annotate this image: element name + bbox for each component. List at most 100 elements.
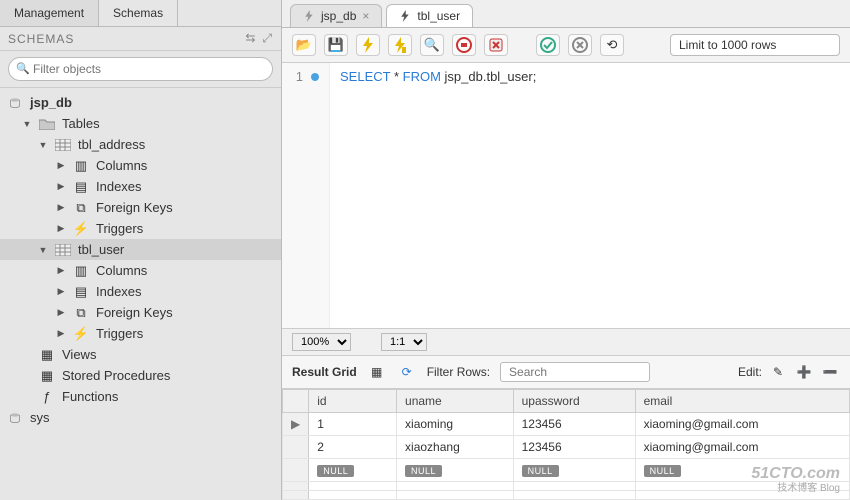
breakpoint-dot-icon[interactable] [311, 73, 319, 81]
tree-label: Indexes [96, 284, 142, 299]
cell-null[interactable]: NULL [309, 459, 397, 482]
editor-tabs: jsp_db × tbl_user [282, 0, 850, 28]
tree-db-sys[interactable]: sys [0, 407, 281, 428]
filter-objects-input[interactable] [8, 57, 273, 81]
open-file-button[interactable]: 📂 [292, 34, 316, 56]
stop-button[interactable] [452, 34, 476, 56]
col-email[interactable]: email [635, 390, 849, 413]
tree-label: Columns [96, 263, 147, 278]
add-row-icon[interactable]: ➕ [794, 363, 814, 381]
cell-upassword[interactable]: 123456 [513, 413, 635, 436]
tree-label: Functions [62, 389, 118, 404]
null-badge: NULL [644, 465, 681, 477]
table-row[interactable]: 2 xiaozhang 123456 xiaoming@gmail.com [283, 436, 850, 459]
tree-indexes[interactable]: ▶▤Indexes [0, 176, 281, 197]
col-id[interactable]: id [309, 390, 397, 413]
row-header-blank [283, 390, 309, 413]
tree-functions[interactable]: ƒ Functions [0, 386, 281, 407]
limit-label: Limit to 1000 rows [679, 38, 776, 52]
edit-row-icon[interactable]: ✎ [768, 363, 788, 381]
grid-view-icon[interactable]: ▦ [367, 363, 387, 381]
tree-label: Columns [96, 158, 147, 173]
tree-triggers[interactable]: ▶⚡Triggers [0, 218, 281, 239]
save-button[interactable]: 💾 [324, 34, 348, 56]
code-line[interactable]: SELECT * FROM jsp_db.tbl_user; [330, 63, 546, 328]
row-marker[interactable] [283, 459, 309, 482]
database-icon [6, 96, 24, 110]
tree-columns[interactable]: ▶▥Columns [0, 260, 281, 281]
collapse-icon[interactable]: ⤢ [262, 31, 273, 46]
execute-button[interactable] [356, 34, 380, 56]
tree-columns[interactable]: ▶▥Columns [0, 155, 281, 176]
tree-foreignkeys[interactable]: ▶⧉Foreign Keys [0, 197, 281, 218]
tree-label: Foreign Keys [96, 305, 173, 320]
tree-table-tbl_user[interactable]: ▼ tbl_user [0, 239, 281, 260]
col-upassword[interactable]: upassword [513, 390, 635, 413]
cell-uname[interactable]: xiaoming [397, 413, 514, 436]
filter-rows-label: Filter Rows: [427, 365, 490, 379]
tree-label: sys [30, 410, 50, 425]
cell-email[interactable]: xiaoming@gmail.com [635, 436, 849, 459]
row-marker-icon[interactable]: ▶ [283, 413, 309, 436]
sidebar-tab-management[interactable]: Management [0, 0, 99, 26]
line-gutter: 1 [282, 63, 330, 328]
expand-icon: ▶ [56, 223, 66, 234]
row-limit-select[interactable]: Limit to 1000 rows [670, 34, 840, 56]
tree-label: Triggers [96, 326, 143, 341]
execute-current-button[interactable] [388, 34, 412, 56]
cell-email[interactable]: xiaoming@gmail.com [635, 413, 849, 436]
close-icon[interactable]: × [362, 9, 369, 23]
tree-storedprocs[interactable]: ▦Stored Procedures [0, 365, 281, 386]
cell-id[interactable]: 1 [309, 413, 397, 436]
tree-indexes[interactable]: ▶▤Indexes [0, 281, 281, 302]
commit-button[interactable] [536, 34, 560, 56]
expand-icon: ▶ [56, 181, 66, 192]
cell-id[interactable]: 2 [309, 436, 397, 459]
tree-label: tbl_user [78, 242, 124, 257]
tree-label: Triggers [96, 221, 143, 236]
code-star: * [390, 69, 402, 84]
tree-label: jsp_db [30, 95, 72, 110]
expand-icon: ▼ [22, 119, 32, 129]
tree-tables[interactable]: ▼ Tables [0, 113, 281, 134]
filter-rows-input[interactable] [500, 362, 650, 382]
watermark: 51CTO.com 技术博客 Blog [751, 465, 840, 494]
explain-button[interactable]: 🔍 [420, 34, 444, 56]
tree-table-tbl_address[interactable]: ▼ tbl_address [0, 134, 281, 155]
tree-triggers[interactable]: ▶⚡Triggers [0, 323, 281, 344]
table-icon [54, 138, 72, 152]
tree-foreignkeys[interactable]: ▶⧉Foreign Keys [0, 302, 281, 323]
functions-icon: ƒ [38, 390, 56, 404]
tree-views[interactable]: ▦Views [0, 344, 281, 365]
col-uname[interactable]: uname [397, 390, 514, 413]
cell-uname[interactable]: xiaozhang [397, 436, 514, 459]
cancel-button[interactable] [484, 34, 508, 56]
editor-status-bar: 100% 1:1 [282, 329, 850, 356]
null-badge: NULL [522, 465, 559, 477]
refresh-icon[interactable]: ⇆ [245, 31, 256, 46]
rollback-button[interactable] [568, 34, 592, 56]
sidebar-tab-schemas[interactable]: Schemas [99, 0, 178, 26]
editor-tab-jspdb[interactable]: jsp_db × [290, 4, 382, 27]
cell-null[interactable]: NULL [513, 459, 635, 482]
tree-label: Indexes [96, 179, 142, 194]
zoom-select[interactable]: 100% [292, 333, 351, 351]
table-row[interactable]: ▶ 1 xiaoming 123456 xiaoming@gmail.com [283, 413, 850, 436]
editor-tab-tbluser[interactable]: tbl_user [386, 4, 473, 27]
cell-null[interactable]: NULL [397, 459, 514, 482]
expand-icon: ▼ [38, 140, 48, 150]
edit-label: Edit: [738, 365, 762, 379]
autocommit-button[interactable]: ⟲ [600, 34, 624, 56]
tree-label: Stored Procedures [62, 368, 170, 383]
split-select[interactable]: 1:1 [381, 333, 427, 351]
refresh-results-icon[interactable]: ⟳ [397, 363, 417, 381]
columns-icon: ▥ [72, 264, 90, 278]
row-marker[interactable] [283, 436, 309, 459]
database-icon [6, 411, 24, 425]
tree-db-jspdb[interactable]: jsp_db [0, 92, 281, 113]
tree-label: Foreign Keys [96, 200, 173, 215]
columns-icon: ▥ [72, 159, 90, 173]
sql-editor[interactable]: 1 SELECT * FROM jsp_db.tbl_user; [282, 63, 850, 329]
delete-row-icon[interactable]: ➖ [820, 363, 840, 381]
cell-upassword[interactable]: 123456 [513, 436, 635, 459]
